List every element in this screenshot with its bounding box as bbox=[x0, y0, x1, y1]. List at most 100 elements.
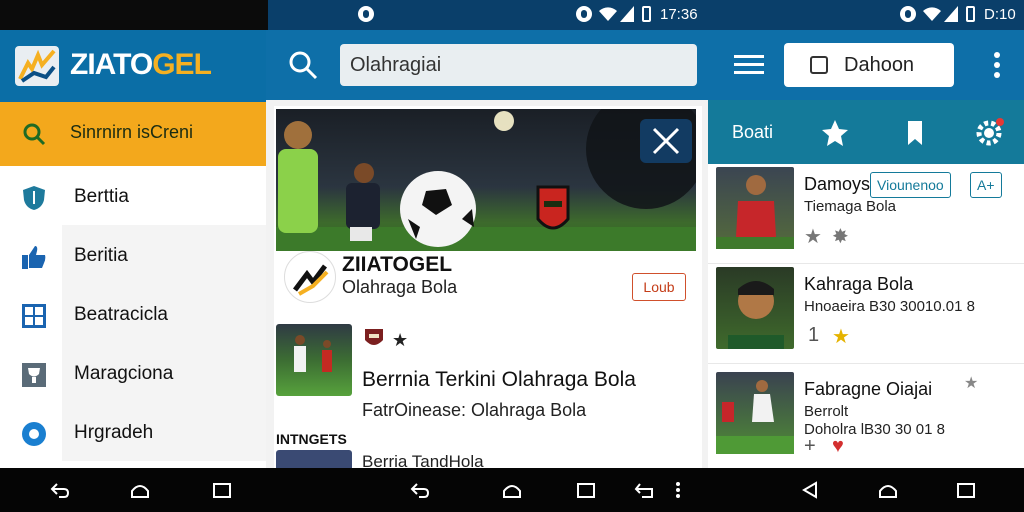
sidebar-item-hrgradeh[interactable]: Hrgradeh bbox=[22, 402, 266, 461]
status-bar-right: D:10 bbox=[708, 0, 1024, 30]
battery-icon bbox=[642, 6, 651, 22]
bookmark-icon[interactable] bbox=[900, 118, 930, 148]
club-badge-icon bbox=[365, 329, 383, 345]
sidebar-item-label: Hrgradeh bbox=[74, 422, 154, 443]
publisher-avatar[interactable] bbox=[284, 251, 336, 303]
follow-button[interactable]: Loub bbox=[632, 273, 686, 301]
more-options-icon[interactable] bbox=[674, 481, 682, 499]
circle-icon bbox=[22, 422, 46, 446]
item-title: Damoys bbox=[804, 174, 871, 194]
trophy-icon bbox=[22, 363, 46, 387]
star-icon[interactable]: ★ bbox=[964, 373, 978, 393]
section-heading: INTNGETS bbox=[276, 431, 347, 447]
badge-icon[interactable]: ✸ bbox=[832, 224, 849, 249]
soccer-scene-image bbox=[276, 109, 696, 251]
battery-icon bbox=[966, 6, 975, 22]
player-thumbnail bbox=[716, 167, 794, 249]
star-icon[interactable]: ★ bbox=[392, 330, 408, 351]
thumbs-up-icon bbox=[22, 246, 46, 269]
status-time: D:10 bbox=[984, 6, 1016, 23]
donate-button[interactable]: Dahoon bbox=[784, 43, 954, 87]
system-nav-bar bbox=[0, 468, 1024, 512]
sidebar-item-beritia[interactable]: Beritia bbox=[22, 225, 266, 284]
close-button[interactable] bbox=[640, 119, 692, 163]
sidebar-item-maragciona[interactable]: Maragciona bbox=[22, 343, 266, 402]
left-drawer: ZIATOGEL Sinrnirn isCreni Berttia Beriti… bbox=[0, 30, 266, 468]
drawer-nav: Berttia Beritia Beatracicla Maragciona H… bbox=[0, 166, 266, 461]
home-icon[interactable] bbox=[502, 481, 522, 499]
list-item[interactable]: Damoys Viounenoo A+ Tiemaga Bola ★ ✸ bbox=[708, 164, 1024, 264]
article-thumbnail-image bbox=[294, 335, 332, 372]
item-count: 1 bbox=[808, 324, 820, 346]
item-title: Fabragne Oiajai bbox=[804, 379, 933, 399]
article-title: Berrnia Terkini Olahraga Bola bbox=[362, 368, 636, 391]
list-item[interactable]: Kahraga Bola Hnoaeira B30 30010.01 8 1 ★ bbox=[708, 264, 1024, 364]
brand-logo-icon bbox=[15, 46, 59, 86]
follow-button[interactable]: Viounenoo bbox=[870, 172, 951, 198]
item-meta: Doholra lB30 30 01 8 bbox=[804, 421, 945, 438]
status-time: 17:36 bbox=[660, 6, 698, 23]
article-thumbnail[interactable] bbox=[276, 450, 352, 468]
home-icon[interactable] bbox=[130, 481, 150, 499]
shield-icon bbox=[23, 186, 45, 210]
recents-icon[interactable] bbox=[576, 481, 596, 499]
back-icon[interactable] bbox=[800, 481, 820, 499]
notification-icon bbox=[576, 6, 592, 22]
home-icon[interactable] bbox=[878, 481, 898, 499]
gear-icon[interactable] bbox=[974, 118, 1004, 148]
sidebar-item-label: Maragciona bbox=[74, 363, 174, 384]
right-tab-bar: Boati bbox=[708, 100, 1024, 164]
search-toolbar bbox=[266, 30, 708, 100]
drawer-search-label: Sinrnirn isCreni bbox=[70, 122, 194, 142]
search-icon[interactable] bbox=[288, 50, 318, 80]
signal-icon bbox=[944, 6, 958, 22]
item-meta: Hnoaeira B30 30010.01 8 bbox=[804, 298, 975, 315]
banner-image[interactable] bbox=[276, 109, 696, 251]
donate-button-label: Dahoon bbox=[844, 54, 915, 76]
player-thumbnail bbox=[716, 372, 794, 454]
switch-app-icon[interactable] bbox=[634, 481, 654, 499]
signal-icon bbox=[620, 6, 634, 22]
search-icon bbox=[23, 123, 46, 146]
sidebar-item-berttia[interactable]: Berttia bbox=[0, 166, 266, 225]
sidebar-item-beatracicla[interactable]: Beatracicla bbox=[22, 284, 266, 343]
publisher-name: ZIIATOGEL bbox=[342, 253, 453, 276]
recents-icon[interactable] bbox=[956, 481, 976, 499]
menu-icon[interactable] bbox=[734, 55, 764, 75]
player-image bbox=[716, 175, 794, 249]
list-item[interactable]: Fabragne Oiajai ★ Berrolt Doholra lB30 3… bbox=[708, 369, 1024, 468]
more-options-icon[interactable] bbox=[994, 52, 1000, 78]
back-icon[interactable] bbox=[410, 481, 430, 499]
brand-name-part2: GEL bbox=[152, 48, 212, 81]
feed-card: ZIIATOGEL Olahraga Bola Loub ★ Berrnia T… bbox=[274, 106, 702, 471]
brand-name[interactable]: ZIATOGEL bbox=[70, 48, 212, 82]
wifi-icon bbox=[599, 7, 617, 21]
publisher-subtitle: Olahraga Bola bbox=[342, 277, 458, 297]
star-icon[interactable]: ★ bbox=[832, 324, 850, 349]
right-toolbar: Dahoon bbox=[708, 30, 1024, 100]
recents-icon[interactable] bbox=[212, 481, 232, 499]
drawer-search-row[interactable]: Sinrnirn isCreni bbox=[0, 102, 266, 166]
star-icon[interactable]: ★ bbox=[804, 224, 822, 249]
tab-boati[interactable]: Boati bbox=[732, 122, 773, 143]
search-input[interactable] bbox=[340, 44, 697, 86]
article-item[interactable]: ★ Berrnia Terkini Olahraga Bola FatrOine… bbox=[276, 324, 696, 420]
player-image bbox=[716, 380, 794, 454]
article-thumbnail bbox=[276, 324, 352, 396]
player-thumbnail bbox=[716, 267, 794, 349]
item-meta: Tiemaga Bola bbox=[804, 198, 896, 215]
back-icon[interactable] bbox=[50, 481, 70, 499]
add-button[interactable]: A+ bbox=[970, 172, 1002, 198]
notification-icon bbox=[358, 6, 374, 22]
heart-icon[interactable]: ♥ bbox=[832, 435, 844, 458]
status-bar-middle: 17:36 bbox=[268, 0, 708, 30]
item-title: Kahraga Bola bbox=[804, 274, 914, 294]
star-icon[interactable] bbox=[820, 118, 850, 148]
bookmark-icon bbox=[810, 56, 828, 74]
status-bar: 17:36 D:10 bbox=[0, 0, 1024, 30]
close-icon bbox=[652, 127, 680, 155]
sidebar-item-label: Beritia bbox=[74, 245, 128, 266]
notification-icon bbox=[900, 6, 916, 22]
feed-panel: ZIIATOGEL Olahraga Bola Loub ★ Berrnia T… bbox=[266, 100, 708, 471]
player-image bbox=[728, 281, 784, 349]
